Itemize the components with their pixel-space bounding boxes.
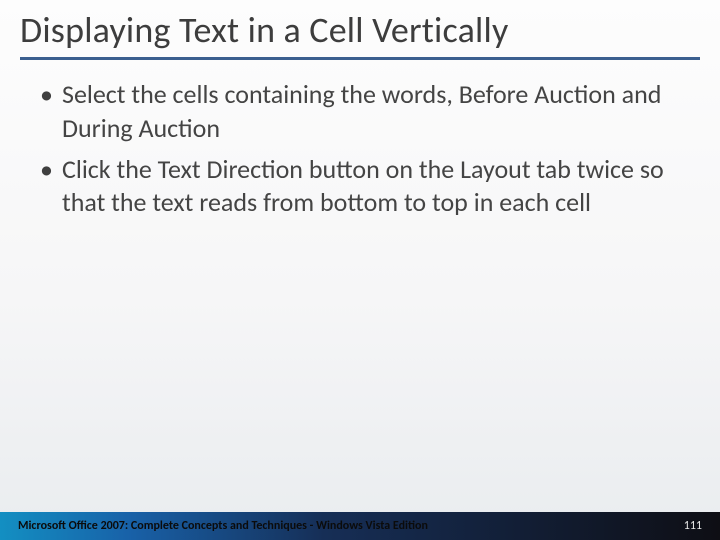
list-item: Click the Text Direction button on the L… xyxy=(36,153,684,220)
title-block: Displaying Text in a Cell Vertically xyxy=(0,0,720,51)
list-item: Select the cells containing the words, B… xyxy=(36,78,684,145)
page-number: 111 xyxy=(672,519,702,533)
footer-text: Microsoft Office 2007: Complete Concepts… xyxy=(18,519,672,533)
bullet-list: Select the cells containing the words, B… xyxy=(36,78,684,219)
content-block: Select the cells containing the words, B… xyxy=(0,60,720,219)
slide: Displaying Text in a Cell Vertically Sel… xyxy=(0,0,720,540)
footer-bar: Microsoft Office 2007: Complete Concepts… xyxy=(0,512,720,540)
slide-title: Displaying Text in a Cell Vertically xyxy=(20,10,700,51)
